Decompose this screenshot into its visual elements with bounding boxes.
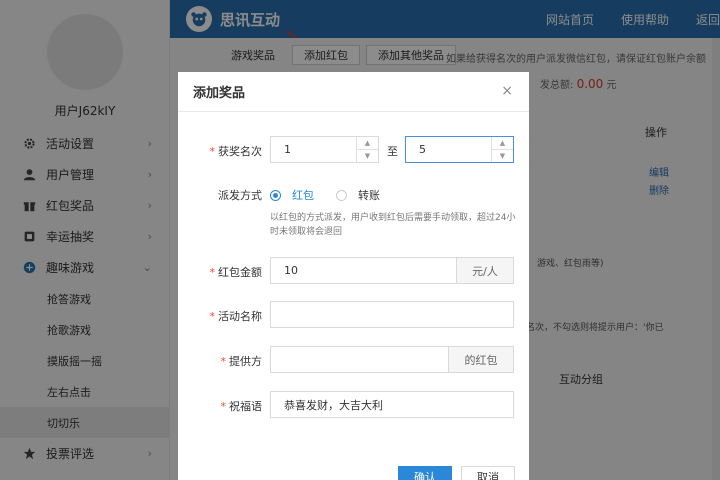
dialog-title: 添加奖品 xyxy=(193,86,246,101)
dialog-header: 添加奖品 × xyxy=(178,72,529,112)
stepper-controls: ▲ ▼ xyxy=(491,137,513,162)
rank-row: * 获奖名次 1 ▲ ▼ 至 5 ▲ ▼ xyxy=(178,136,529,163)
rank-label: * 获奖名次 xyxy=(209,145,263,158)
stepper-down-icon[interactable]: ▼ xyxy=(492,150,513,162)
radio-red-packet[interactable]: 红包 xyxy=(270,187,314,203)
radio-transfer[interactable]: 转账 xyxy=(336,187,380,203)
method-row: 派发方式 红包 转账 xyxy=(178,186,529,206)
radio-dot-icon xyxy=(270,189,281,201)
activity-name-input[interactable] xyxy=(270,301,514,328)
amount-suffix: 元/人 xyxy=(456,258,513,283)
wish-value: 恭喜发财，大吉大利 xyxy=(284,398,383,412)
amount-row: * 红包金额 10 元/人 xyxy=(178,257,529,284)
activity-name-label: * 活动名称 xyxy=(209,310,263,323)
stepper-up-icon[interactable]: ▲ xyxy=(357,137,378,150)
rank-to-stepper[interactable]: 5 ▲ ▼ xyxy=(405,136,514,163)
provider-row: * 提供方 的红包 xyxy=(178,346,529,373)
stepper-controls: ▲ ▼ xyxy=(356,137,378,162)
close-icon[interactable]: × xyxy=(501,83,513,99)
rank-from-stepper[interactable]: 1 ▲ ▼ xyxy=(270,136,379,163)
wish-input[interactable]: 恭喜发财，大吉大利 xyxy=(270,391,514,418)
rank-from-value: 1 xyxy=(284,143,291,156)
provider-label: * 提供方 xyxy=(220,355,263,368)
provider-suffix: 的红包 xyxy=(448,347,513,372)
wish-row: * 祝福语 恭喜发财，大吉大利 xyxy=(178,391,529,418)
add-prize-dialog: 添加奖品 × * 获奖名次 1 ▲ ▼ 至 5 ▲ ▼ 派发方式 红包 转账 以… xyxy=(178,72,529,480)
stepper-up-icon[interactable]: ▲ xyxy=(492,137,513,150)
rank-to-value: 5 xyxy=(419,143,426,156)
amount-label: * 红包金额 xyxy=(209,266,263,279)
cancel-button[interactable]: 取消 xyxy=(461,466,515,480)
radio-dot-icon xyxy=(336,189,347,201)
confirm-button[interactable]: 确认 xyxy=(398,466,452,480)
amount-input[interactable]: 10 元/人 xyxy=(270,257,514,284)
method-hint: 以红包的方式派发，用户收到红包后需要手动领取，超过24小时未领取将会退回 xyxy=(270,213,516,237)
stepper-down-icon[interactable]: ▼ xyxy=(357,150,378,162)
wish-label: * 祝福语 xyxy=(220,400,263,413)
activity-name-row: * 活动名称 xyxy=(178,301,529,328)
amount-value: 10 xyxy=(284,264,298,277)
range-to-label: 至 xyxy=(387,145,398,158)
provider-input[interactable]: 的红包 xyxy=(270,346,514,373)
method-label: 派发方式 xyxy=(218,189,262,202)
